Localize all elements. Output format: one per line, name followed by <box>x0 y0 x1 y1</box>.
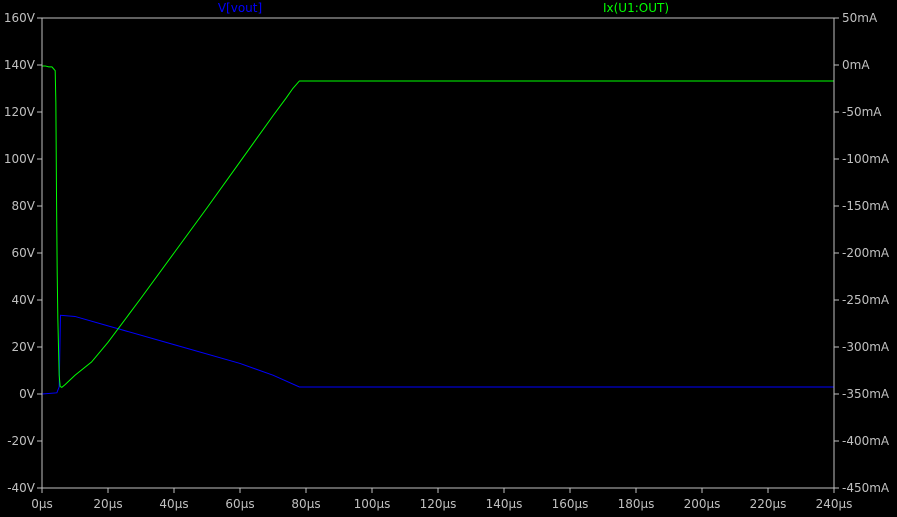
x-tick-label: 220µs <box>750 497 787 511</box>
right-tick-label: -450mA <box>842 481 890 495</box>
x-tick-label: 140µs <box>486 497 523 511</box>
left-tick-label: 140V <box>4 58 36 72</box>
x-tick-label: 20µs <box>93 497 122 511</box>
x-tick-label: 60µs <box>225 497 254 511</box>
x-tick-label: 200µs <box>684 497 721 511</box>
left-tick-label: 120V <box>4 105 36 119</box>
x-tick-label: 0µs <box>31 497 53 511</box>
left-tick-label: 0V <box>19 387 36 401</box>
x-tick-label: 100µs <box>354 497 391 511</box>
right-tick-label: -350mA <box>842 387 890 401</box>
left-tick-label: 20V <box>12 340 36 354</box>
left-tick-label: -20V <box>7 434 36 448</box>
right-tick-label: -100mA <box>842 152 890 166</box>
left-tick-label: 40V <box>12 293 36 307</box>
right-tick-label: 50mA <box>842 11 878 25</box>
left-tick-label: -40V <box>7 481 36 495</box>
trace-label-vout[interactable]: V[vout] <box>218 1 262 15</box>
right-tick-label: -50mA <box>842 105 882 119</box>
x-tick-label: 160µs <box>552 497 589 511</box>
left-tick-label: 60V <box>12 246 36 260</box>
x-tick-label: 120µs <box>420 497 457 511</box>
right-tick-label: -200mA <box>842 246 890 260</box>
left-tick-label: 160V <box>4 11 36 25</box>
left-tick-label: 100V <box>4 152 36 166</box>
right-tick-label: -250mA <box>842 293 890 307</box>
x-tick-label: 240µs <box>816 497 853 511</box>
x-tick-label: 80µs <box>291 497 320 511</box>
waveform-plot: -40V -20V 0V 20V 40V 60V 80V 100V 120V 140V 160V -… <box>0 0 897 517</box>
trace-label-ix-u1-out[interactable]: Ix(U1:OUT) <box>603 1 669 15</box>
right-tick-label: -400mA <box>842 434 890 448</box>
right-tick-label: 0mA <box>842 58 870 72</box>
right-tick-label: -300mA <box>842 340 890 354</box>
plot-background <box>0 0 897 517</box>
x-tick-label: 180µs <box>618 497 655 511</box>
left-tick-label: 80V <box>12 199 36 213</box>
x-tick-label: 40µs <box>159 497 188 511</box>
right-tick-label: -150mA <box>842 199 890 213</box>
